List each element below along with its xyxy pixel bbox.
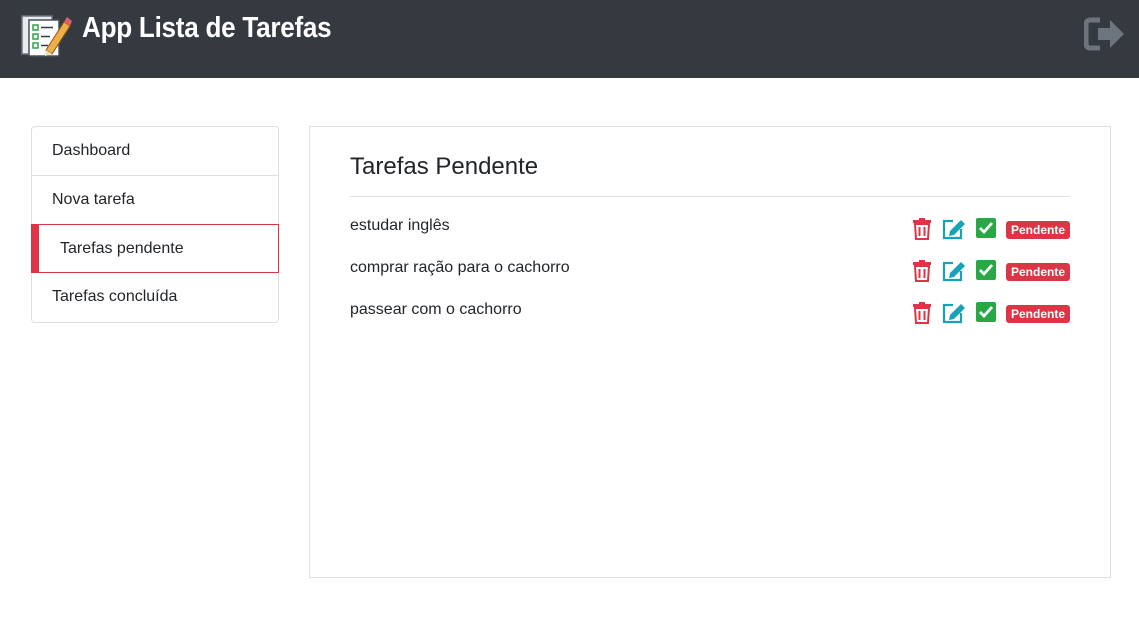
sidebar-item-dashboard[interactable]: Dashboard <box>32 127 278 176</box>
sidebar-menu: Dashboard Nova tarefa Tarefas pendente T… <box>31 126 279 323</box>
page-title: Tarefas Pendente <box>350 153 539 180</box>
sidebar-item-label: Nova tarefa <box>52 191 135 208</box>
edit-icon[interactable] <box>941 218 967 240</box>
sidebar-item-label: Tarefas concluída <box>52 288 178 305</box>
divider <box>350 196 1070 197</box>
task-text: comprar ração para o cachorro <box>350 259 570 276</box>
status-badge: Pendente <box>1006 305 1070 323</box>
check-square-icon[interactable] <box>976 260 996 280</box>
status-badge: Pendente <box>1006 221 1070 239</box>
trash-icon[interactable] <box>912 302 932 324</box>
app-title: App Lista de Tarefas <box>82 12 332 44</box>
sidebar-item-label: Dashboard <box>52 142 131 159</box>
sidebar-item-nova-tarefa[interactable]: Nova tarefa <box>32 175 278 224</box>
check-square-icon[interactable] <box>976 218 996 238</box>
trash-icon[interactable] <box>912 218 932 240</box>
edit-icon[interactable] <box>941 260 967 282</box>
sidebar-item-label: Tarefas pendente <box>60 240 184 257</box>
task-row: estudar inglês Pendente <box>350 217 1070 247</box>
edit-icon[interactable] <box>941 302 967 324</box>
task-row: comprar ração para o cachorro Pendente <box>350 259 1070 289</box>
top-navbar: App Lista de Tarefas <box>0 0 1139 78</box>
main-panel: Tarefas Pendente estudar inglês Pendente… <box>309 126 1111 578</box>
sidebar-item-tarefas-pendente[interactable]: Tarefas pendente <box>31 224 279 273</box>
task-text: passear com o cachorro <box>350 301 522 318</box>
checklist-pencil-icon <box>21 15 72 57</box>
sidebar-item-tarefas-concluida[interactable]: Tarefas concluída <box>32 273 278 322</box>
task-text: estudar inglês <box>350 217 450 234</box>
check-square-icon[interactable] <box>976 302 996 322</box>
sign-out-icon[interactable] <box>1084 16 1126 52</box>
status-badge: Pendente <box>1006 263 1070 281</box>
task-row: passear com o cachorro Pendente <box>350 301 1070 331</box>
trash-icon[interactable] <box>912 260 932 282</box>
